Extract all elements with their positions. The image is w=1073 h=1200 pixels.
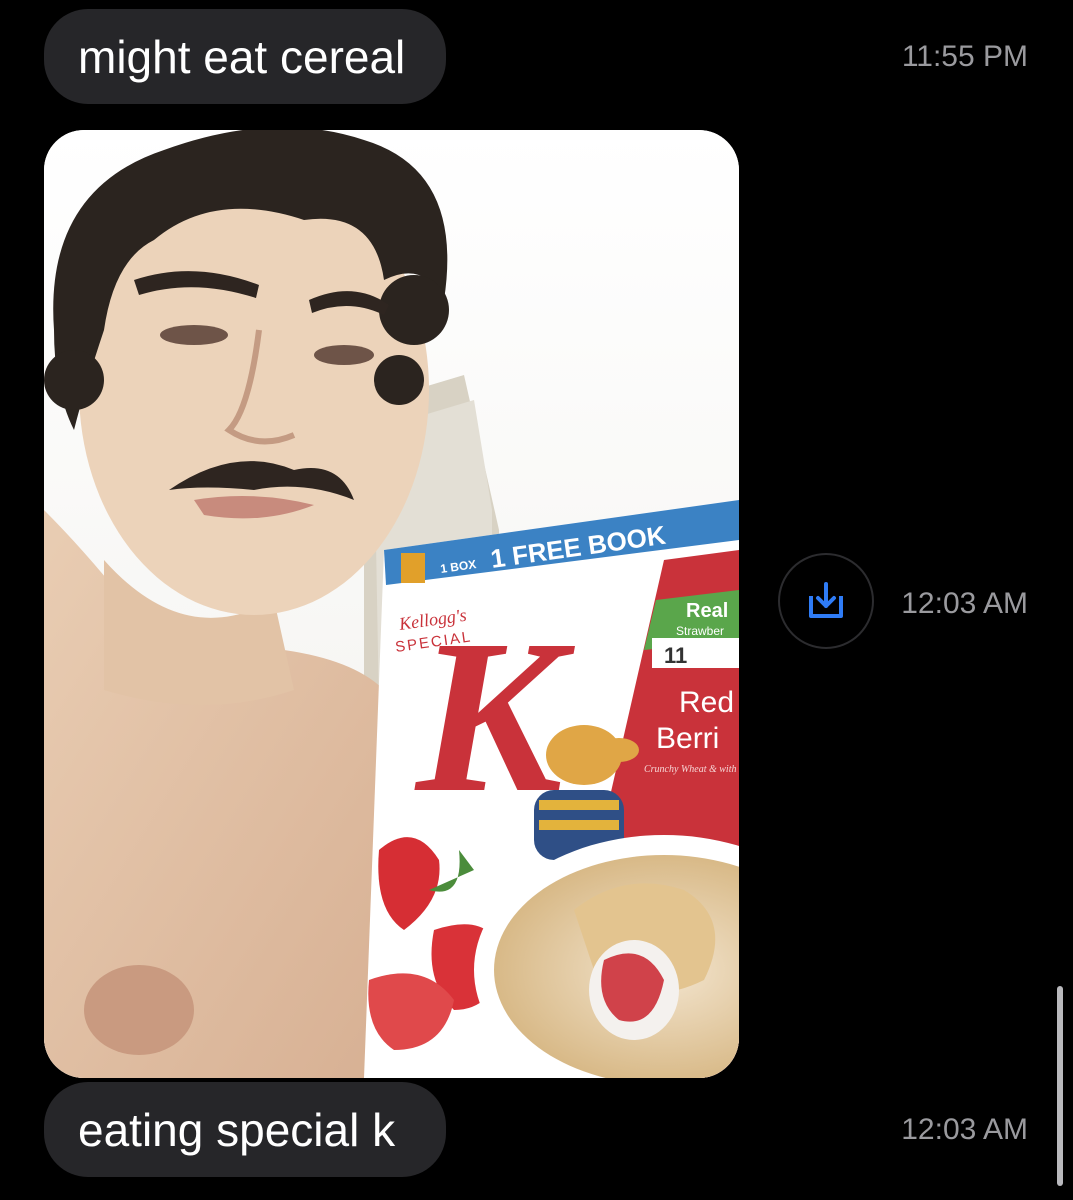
claim-sub: Strawber — [676, 624, 724, 638]
claim-top: Real — [686, 600, 728, 622]
flavor-line-1: Red — [679, 686, 734, 719]
timestamp-1: 11:55 PM — [901, 40, 1028, 73]
cereal-box: 1 BOX 1 FREE BOOK Kellogg's SPECIAL K Re… — [364, 500, 739, 1078]
message-bubble-1[interactable]: might eat cereal — [44, 9, 446, 104]
scrollbar-thumb[interactable] — [1057, 986, 1063, 1186]
message-text: eating special k — [78, 1103, 396, 1156]
image-attachment[interactable]: 1 BOX 1 FREE BOOK Kellogg's SPECIAL K Re… — [44, 130, 739, 1078]
flavor-line-2: Berri — [656, 722, 719, 755]
tagline: Crunchy Wheat & with Real Str — [644, 764, 739, 775]
selfie-photo: 1 BOX 1 FREE BOOK Kellogg's SPECIAL K Re… — [44, 130, 739, 1078]
message-text: might eat cereal — [78, 30, 406, 83]
timestamp-3: 12:03 AM — [901, 1113, 1028, 1146]
vitamin-count: 11 — [664, 643, 687, 668]
timestamp-2: 12:03 AM — [901, 587, 1028, 620]
message-bubble-3[interactable]: eating special k — [44, 1082, 446, 1177]
